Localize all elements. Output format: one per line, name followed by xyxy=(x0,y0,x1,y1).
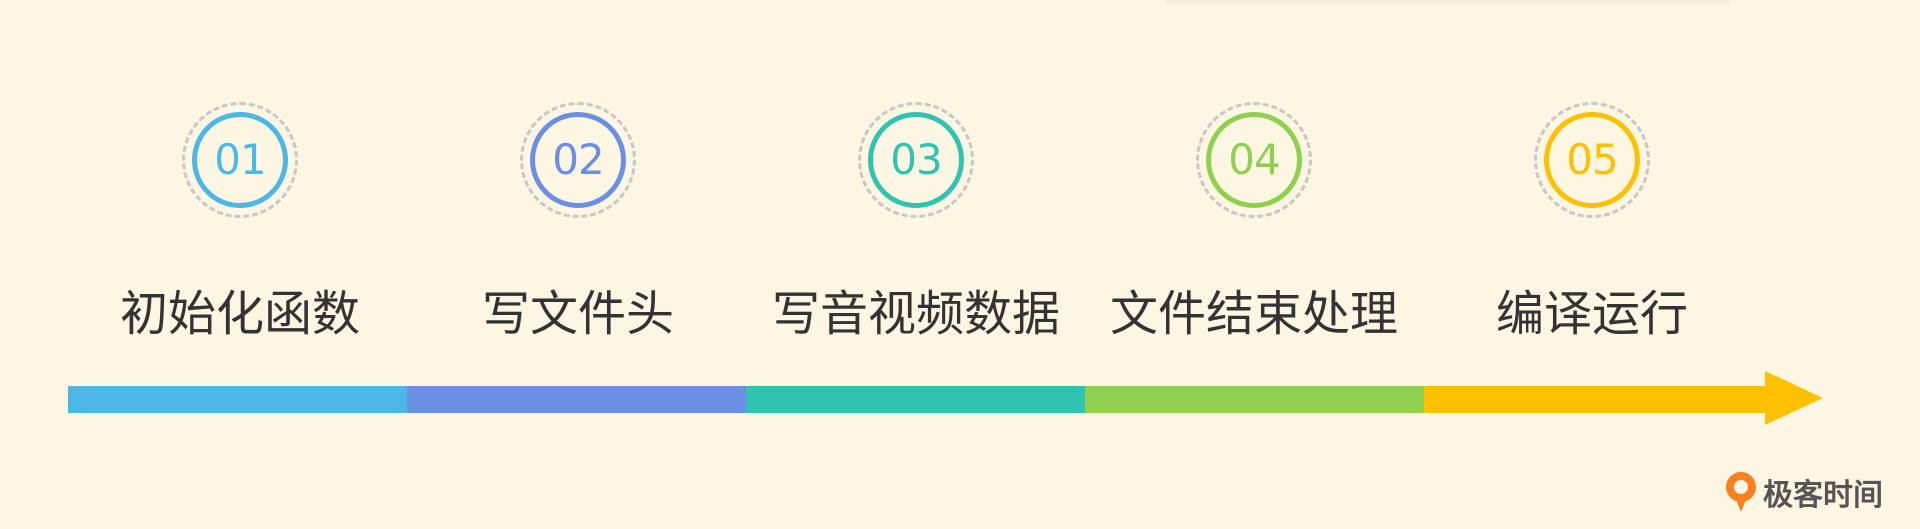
step-label: 写文件头 xyxy=(481,286,674,342)
step-label: 写音视频数据 xyxy=(771,286,1060,342)
step-4: 04 文件结束处理 xyxy=(1084,0,1424,360)
timeline-segment-2 xyxy=(407,386,747,413)
timeline-segment-5 xyxy=(1424,386,1766,413)
step-label: 文件结束处理 xyxy=(1109,286,1398,342)
step-label: 初始化函数 xyxy=(119,286,360,342)
step-badge: 01 xyxy=(182,102,298,218)
step-2: 02 写文件头 xyxy=(408,0,748,360)
step-number: 05 xyxy=(1566,135,1618,184)
brand-logo: 极客时间 xyxy=(1723,468,1883,516)
step-ring: 05 xyxy=(1544,112,1640,208)
step-number: 02 xyxy=(552,135,604,184)
step-number: 04 xyxy=(1228,135,1280,184)
step-label: 编译运行 xyxy=(1495,286,1688,342)
step-badge: 02 xyxy=(520,102,636,218)
step-3: 03 写音视频数据 xyxy=(746,0,1086,360)
step-number: 01 xyxy=(214,135,266,184)
step-badge: 05 xyxy=(1534,102,1650,218)
step-badge: 03 xyxy=(858,102,974,218)
timeline-segment-4 xyxy=(1085,386,1425,413)
step-1: 01 初始化函数 xyxy=(70,0,410,360)
step-number: 03 xyxy=(890,135,942,184)
step-5: 05 编译运行 xyxy=(1422,0,1762,360)
timeline-segment-1 xyxy=(68,386,408,413)
step-ring: 03 xyxy=(868,112,964,208)
brand-name: 极客时间 xyxy=(1763,478,1883,513)
step-ring: 02 xyxy=(530,112,626,208)
step-ring: 01 xyxy=(192,112,288,208)
step-ring: 04 xyxy=(1206,112,1302,208)
geektime-logo-icon xyxy=(1723,470,1759,514)
step-badge: 04 xyxy=(1196,102,1312,218)
timeline-arrow-head xyxy=(1765,371,1823,425)
timeline-segment-3 xyxy=(746,386,1086,413)
